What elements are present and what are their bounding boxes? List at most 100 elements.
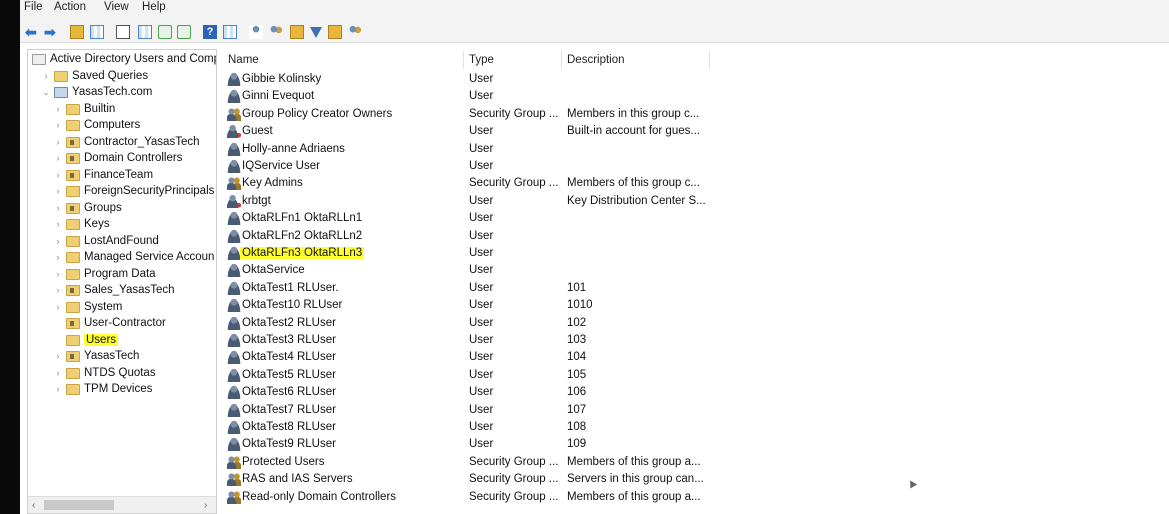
column-separator[interactable] bbox=[561, 51, 562, 69]
new-user-icon[interactable] bbox=[249, 25, 263, 39]
tree-item[interactable]: › Groups bbox=[28, 201, 216, 217]
column-header-description[interactable]: Description bbox=[567, 54, 625, 66]
scrollbar-thumb[interactable] bbox=[44, 500, 114, 510]
expand-chevron-icon[interactable]: › bbox=[53, 269, 63, 279]
tree-item[interactable]: Active Directory Users and Comp bbox=[28, 52, 216, 68]
export-list-icon[interactable] bbox=[138, 25, 152, 39]
tree-item-label: Builtin bbox=[84, 102, 116, 115]
table-row[interactable]: RAS and IAS Servers Security Group ... Ser… bbox=[220, 471, 1169, 488]
expand-chevron-icon[interactable]: › bbox=[53, 368, 63, 378]
table-row[interactable]: OktaTest3 RLUser User 103 bbox=[220, 332, 1169, 349]
user-icon bbox=[227, 124, 241, 139]
tree-item[interactable]: › Builtin bbox=[28, 102, 216, 118]
scroll-right-icon[interactable]: › bbox=[204, 500, 207, 511]
expand-chevron-icon[interactable]: › bbox=[53, 384, 63, 394]
expand-chevron-icon[interactable]: › bbox=[53, 186, 63, 196]
table-row[interactable]: OktaService User bbox=[220, 262, 1169, 279]
tree-item[interactable]: › YasasTech bbox=[28, 349, 216, 365]
delegate-icon[interactable] bbox=[348, 25, 362, 39]
expand-chevron-icon[interactable]: › bbox=[53, 104, 63, 114]
up-folder-icon[interactable] bbox=[70, 25, 84, 39]
properties-icon[interactable] bbox=[116, 25, 130, 39]
menu-view[interactable]: View bbox=[104, 1, 129, 13]
tree-item[interactable]: › Computers bbox=[28, 118, 216, 134]
filter-icon[interactable] bbox=[310, 27, 322, 38]
expand-chevron-icon[interactable]: › bbox=[53, 120, 63, 130]
table-row[interactable]: OktaTest4 RLUser User 104 bbox=[220, 349, 1169, 366]
table-row[interactable]: OktaTest6 RLUser User 106 bbox=[220, 384, 1169, 401]
column-separator[interactable] bbox=[709, 51, 710, 69]
tree-item[interactable]: › Contractor_YasasTech bbox=[28, 135, 216, 151]
collapse-chevron-icon[interactable]: ⌄ bbox=[41, 87, 51, 98]
table-row[interactable]: OktaTest5 RLUser User 105 bbox=[220, 367, 1169, 384]
table-row[interactable]: OktaTest8 RLUser User 108 bbox=[220, 419, 1169, 436]
tree-item[interactable]: › FinanceTeam bbox=[28, 168, 216, 184]
column-separator[interactable] bbox=[463, 51, 464, 69]
tree-item[interactable]: › Domain Controllers bbox=[28, 151, 216, 167]
tree-item[interactable]: ⌄ YasasTech.com bbox=[28, 85, 216, 101]
table-row[interactable]: Holly-anne Adriaens User bbox=[220, 141, 1169, 158]
column-header-type[interactable]: Type bbox=[469, 54, 494, 66]
table-row[interactable]: OktaRLFn2 OktaRLLn2 User bbox=[220, 228, 1169, 245]
expand-chevron-icon[interactable]: › bbox=[53, 219, 63, 229]
expand-chevron-icon[interactable]: › bbox=[41, 71, 51, 81]
table-row[interactable]: Gibbie Kolinsky User bbox=[220, 71, 1169, 88]
table-row[interactable]: OktaTest2 RLUser User 102 bbox=[220, 315, 1169, 332]
forward-arrow-icon[interactable]: ➡ bbox=[44, 25, 58, 39]
expand-chevron-icon[interactable]: › bbox=[53, 203, 63, 213]
expand-chevron-icon[interactable]: › bbox=[53, 170, 63, 180]
view-icon[interactable] bbox=[223, 25, 237, 39]
expand-chevron-icon[interactable]: › bbox=[53, 252, 63, 262]
table-row[interactable]: Group Policy Creator Owners Security Grou… bbox=[220, 106, 1169, 123]
menu-file[interactable]: File bbox=[24, 1, 43, 13]
table-row[interactable]: OktaTest1 RLUser. User 101 bbox=[220, 280, 1169, 297]
table-row[interactable]: Read-only Domain Controllers Security Gro… bbox=[220, 489, 1169, 506]
new-group-icon[interactable] bbox=[269, 25, 283, 39]
column-header-name[interactable]: Name bbox=[228, 54, 259, 66]
cell-type: User bbox=[469, 386, 494, 399]
expand-chevron-icon[interactable]: › bbox=[53, 153, 63, 163]
cell-type: User bbox=[469, 212, 494, 225]
table-row[interactable]: Ginni Evequot User bbox=[220, 88, 1169, 105]
table-row[interactable]: Guest User Built-in account for gues... bbox=[220, 123, 1169, 140]
scroll-left-icon[interactable]: ‹ bbox=[32, 500, 35, 511]
table-row[interactable]: krbtgt User Key Distribution Center S... bbox=[220, 193, 1169, 210]
table-row[interactable]: OktaRLFn3 OktaRLLn3 User bbox=[220, 245, 1169, 262]
tree-item[interactable]: › LostAndFound bbox=[28, 234, 216, 250]
table-row[interactable]: OktaRLFn1 OktaRLLn1 User bbox=[220, 210, 1169, 227]
expand-chevron-icon[interactable]: › bbox=[53, 137, 63, 147]
table-row[interactable]: Protected Users Security Group ... Members… bbox=[220, 454, 1169, 471]
tree-item[interactable]: › System bbox=[28, 300, 216, 316]
expand-chevron-icon[interactable]: › bbox=[53, 351, 63, 361]
tree-item[interactable]: › TPM Devices bbox=[28, 382, 216, 398]
back-arrow-icon[interactable]: ⬅ bbox=[25, 25, 39, 39]
tree-horizontal-scrollbar[interactable]: ‹ › bbox=[28, 496, 216, 513]
menu-help[interactable]: Help bbox=[142, 1, 166, 13]
cell-name: OktaTest7 RLUser bbox=[242, 403, 336, 416]
table-row[interactable]: OktaTest9 RLUser User 109 bbox=[220, 436, 1169, 453]
tree-item[interactable]: Users bbox=[28, 333, 216, 349]
tree-item[interactable]: › ForeignSecurityPrincipals bbox=[28, 184, 216, 200]
tree-item[interactable]: › Sales_YasasTech bbox=[28, 283, 216, 299]
help-icon[interactable]: ? bbox=[203, 25, 217, 39]
add-to-group-icon[interactable] bbox=[328, 25, 342, 39]
tree-item[interactable]: › Managed Service Accoun bbox=[28, 250, 216, 266]
tree-item[interactable]: › Program Data bbox=[28, 267, 216, 283]
expand-chevron-icon[interactable]: › bbox=[53, 236, 63, 246]
tree-item[interactable]: User-Contractor bbox=[28, 316, 216, 332]
table-row[interactable]: OktaTest10 RLUser User 1010 bbox=[220, 297, 1169, 314]
table-row[interactable]: OktaTest7 RLUser User 107 bbox=[220, 402, 1169, 419]
menu-action[interactable]: Action bbox=[54, 1, 86, 13]
tree-item[interactable]: › Keys bbox=[28, 217, 216, 233]
table-row[interactable]: Key Admins Security Group ... Members of t… bbox=[220, 175, 1169, 192]
refresh-icon[interactable] bbox=[158, 25, 172, 39]
table-row[interactable]: IQService User User bbox=[220, 158, 1169, 175]
expand-chevron-icon[interactable]: › bbox=[53, 285, 63, 295]
new-ou-icon[interactable] bbox=[290, 25, 304, 39]
user-icon bbox=[227, 263, 241, 278]
show-tree-icon[interactable] bbox=[90, 25, 104, 39]
expand-chevron-icon[interactable]: › bbox=[53, 302, 63, 312]
tree-item[interactable]: › Saved Queries bbox=[28, 69, 216, 85]
tree-item[interactable]: › NTDS Quotas bbox=[28, 366, 216, 382]
export-icon[interactable] bbox=[177, 25, 191, 39]
